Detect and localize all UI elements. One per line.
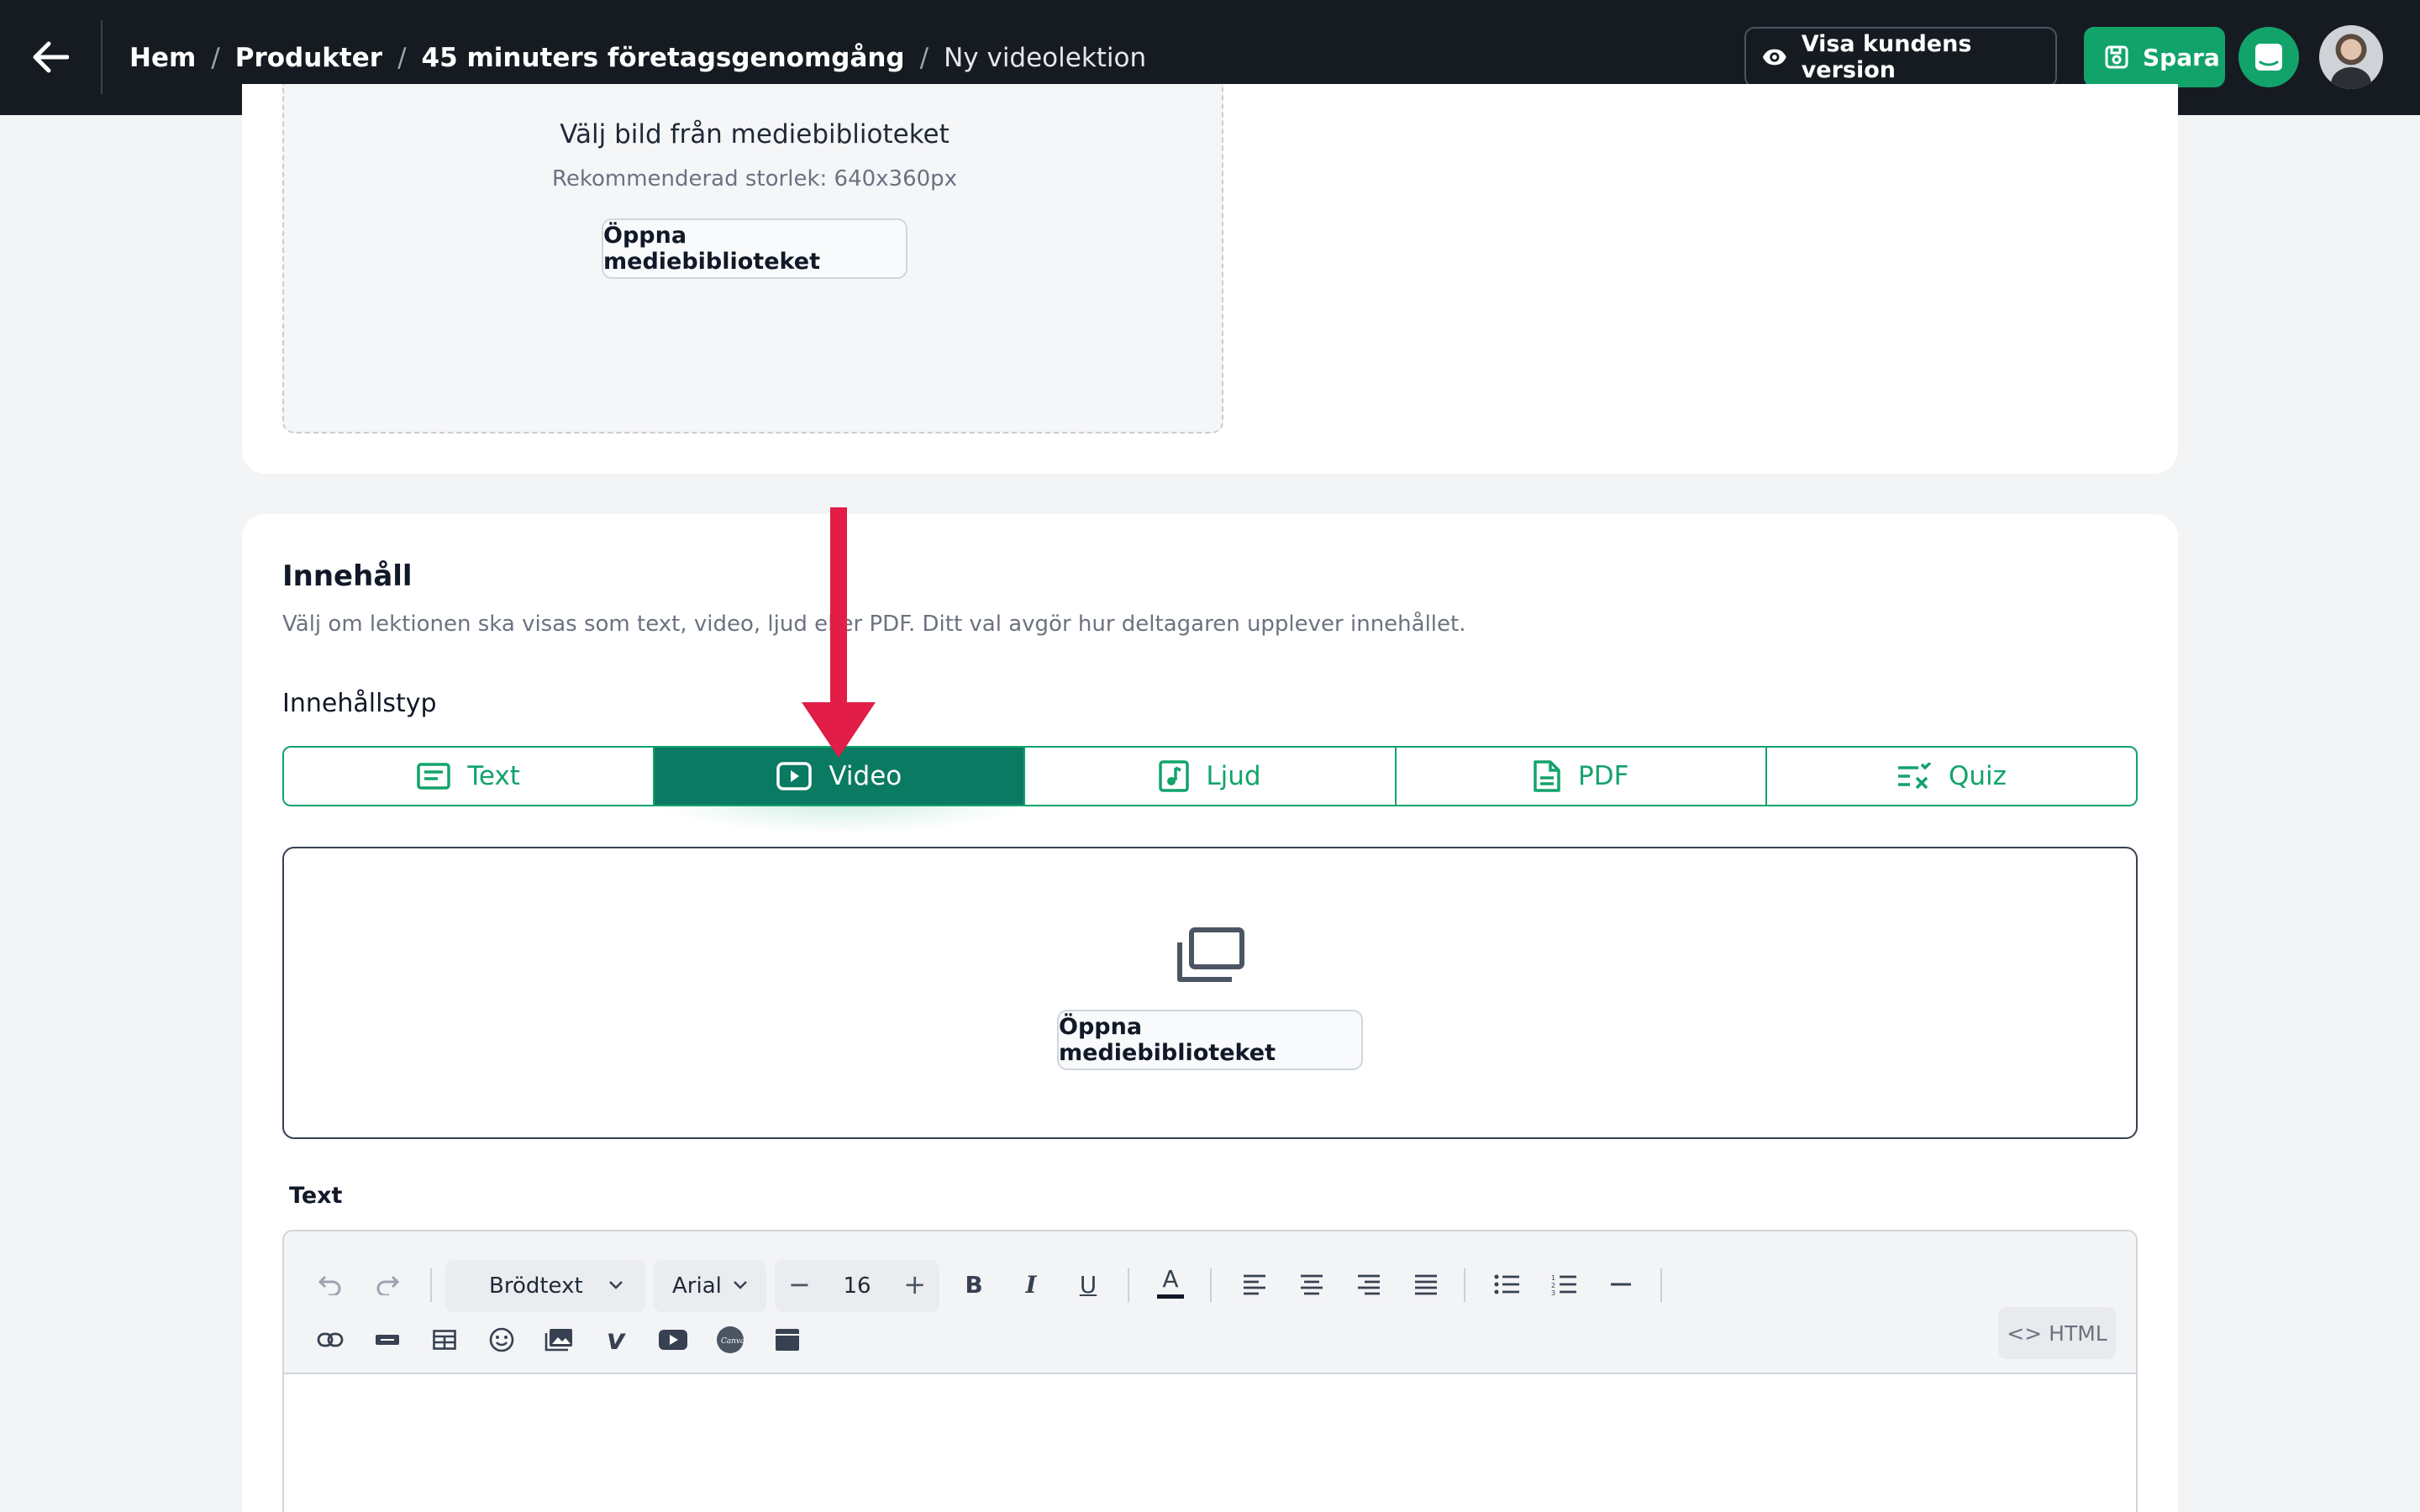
- youtube-icon[interactable]: [652, 1319, 694, 1361]
- emoji-icon[interactable]: [481, 1319, 523, 1361]
- html-label: HTML: [2049, 1320, 2107, 1346]
- svg-text:2: 2: [1551, 1282, 1555, 1289]
- undo-icon[interactable]: [309, 1263, 351, 1305]
- dropzone-subtitle: Rekommenderad storlek: 640x360px: [551, 166, 958, 192]
- avatar[interactable]: [2319, 25, 2383, 89]
- tab-shadow: [655, 805, 1025, 833]
- link-icon[interactable]: [309, 1319, 351, 1361]
- vimeo-icon[interactable]: v: [595, 1319, 637, 1361]
- font-size-stepper[interactable]: − 16 +: [775, 1260, 939, 1312]
- section-title: Innehåll: [282, 559, 413, 593]
- increase-font-size-icon[interactable]: +: [903, 1268, 926, 1300]
- breadcrumb-home[interactable]: Hem: [129, 43, 196, 73]
- audio-icon: [1159, 760, 1190, 792]
- open-media-library-button-video[interactable]: Öppna mediebiblioteket: [1057, 1010, 1363, 1070]
- breadcrumb-separator: /: [397, 42, 407, 73]
- toolbar-divider: [1464, 1268, 1465, 1302]
- align-right-icon[interactable]: [1348, 1263, 1390, 1305]
- video-icon: [776, 762, 813, 790]
- align-left-icon[interactable]: [1234, 1263, 1276, 1305]
- breadcrumb-products[interactable]: Produkter: [235, 43, 382, 73]
- tab-label: Video: [829, 761, 902, 791]
- divider-block-icon[interactable]: [366, 1319, 408, 1361]
- text-icon: [417, 763, 450, 790]
- tab-label: Ljud: [1206, 761, 1261, 791]
- open-media-library-button[interactable]: Öppna mediebiblioteket: [602, 218, 908, 279]
- rich-text-editor: Brödtext Arial − 16 + B I U A 1 2 3 v Ca…: [282, 1230, 2138, 1512]
- image-dropzone[interactable]: Välj bild från mediebiblioteket Rekommen…: [282, 84, 1223, 433]
- video-media-box[interactable]: [282, 847, 2138, 1139]
- view-customer-version-button[interactable]: Visa kundens version: [1744, 27, 2057, 87]
- html-source-button[interactable]: <> HTML: [1998, 1307, 2116, 1359]
- tab-pdf[interactable]: PDF: [1397, 748, 1767, 805]
- font-family-value: Arial: [672, 1273, 722, 1299]
- chevron-down-icon: [734, 1281, 747, 1289]
- redo-icon[interactable]: [366, 1263, 408, 1305]
- embed-block-icon[interactable]: [766, 1319, 808, 1361]
- tab-text[interactable]: Text: [284, 748, 655, 805]
- content-type-tabs: Text Video Ljud PDF Quiz: [282, 746, 2138, 806]
- eye-icon: [1762, 49, 1786, 66]
- breadcrumb-separator: /: [919, 42, 929, 73]
- breadcrumb-current: Ny videolektion: [944, 42, 1147, 73]
- toolbar-divider: [1210, 1268, 1212, 1302]
- pdf-icon: [1534, 760, 1560, 792]
- view-customer-version-label: Visa kundens version: [1801, 31, 1972, 83]
- align-center-icon[interactable]: [1291, 1263, 1333, 1305]
- quiz-icon: [1897, 763, 1932, 790]
- text-color-icon[interactable]: A: [1150, 1257, 1192, 1307]
- block-format-select[interactable]: Brödtext: [445, 1260, 645, 1312]
- inbox-icon: [2255, 44, 2282, 71]
- chat-button[interactable]: [2238, 27, 2299, 87]
- bold-icon[interactable]: B: [953, 1263, 995, 1305]
- chevron-down-icon: [609, 1281, 623, 1289]
- breadcrumb-product[interactable]: 45 minuters företagsgenomgång: [422, 43, 905, 73]
- image-icon[interactable]: [538, 1319, 580, 1361]
- underline-icon[interactable]: U: [1067, 1263, 1109, 1305]
- text-field-label: Text: [289, 1183, 343, 1209]
- table-icon[interactable]: [424, 1319, 466, 1361]
- tab-audio[interactable]: Ljud: [1025, 748, 1397, 805]
- toolbar-divider: [1660, 1268, 1662, 1302]
- divider: [101, 20, 103, 94]
- bullet-list-icon[interactable]: [1486, 1263, 1528, 1305]
- tab-label: Text: [467, 761, 520, 791]
- annotation-arrow-icon: [802, 507, 876, 758]
- numbered-list-icon[interactable]: 123: [1543, 1263, 1585, 1305]
- content-type-label: Innehållstyp: [282, 689, 437, 718]
- editor-body[interactable]: [284, 1376, 2136, 1512]
- toolbar-divider: [1128, 1268, 1129, 1302]
- toolbar-divider: [430, 1268, 432, 1302]
- tab-label: PDF: [1578, 761, 1629, 791]
- tab-quiz[interactable]: Quiz: [1767, 748, 2136, 805]
- editor-toolbar: Brödtext Arial − 16 + B I U A 1 2 3 v Ca…: [284, 1231, 2136, 1374]
- save-icon: [2105, 45, 2128, 69]
- canva-icon[interactable]: Canva: [709, 1319, 751, 1361]
- save-button[interactable]: Spara: [2084, 27, 2225, 87]
- back-arrow-icon[interactable]: [24, 30, 77, 84]
- code-icon: <>: [2007, 1320, 2043, 1346]
- breadcrumb-separator: /: [211, 42, 220, 73]
- align-justify-icon[interactable]: [1405, 1263, 1447, 1305]
- italic-icon[interactable]: I: [1010, 1263, 1052, 1305]
- svg-text:3: 3: [1551, 1289, 1555, 1295]
- dropzone-title: Välj bild från mediebiblioteket: [560, 119, 950, 150]
- horizontal-rule-icon[interactable]: [1600, 1263, 1642, 1305]
- save-label: Spara: [2143, 43, 2220, 71]
- svg-text:Canva: Canva: [721, 1337, 744, 1346]
- tab-label: Quiz: [1948, 761, 2007, 791]
- block-format-value: Brödtext: [489, 1273, 583, 1299]
- svg-text:1: 1: [1551, 1274, 1555, 1282]
- media-library-icon: [1177, 927, 1244, 982]
- font-family-select[interactable]: Arial: [654, 1260, 766, 1312]
